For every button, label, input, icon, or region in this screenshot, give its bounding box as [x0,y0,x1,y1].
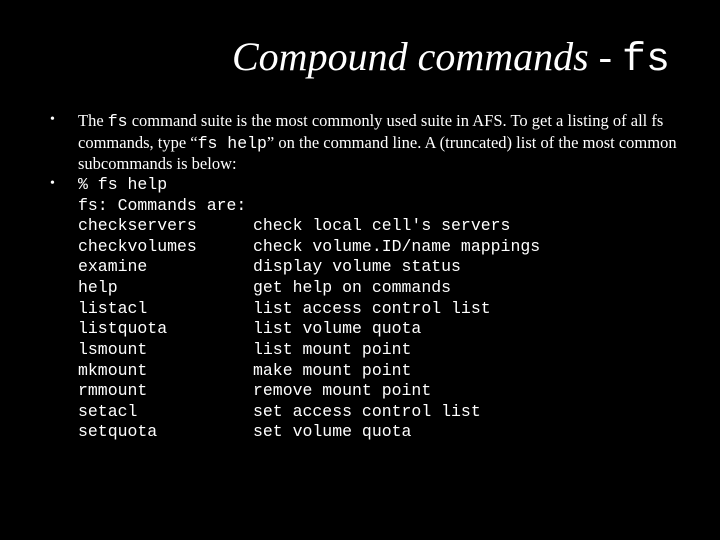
command-row: setaclset access control list [78,402,540,423]
intro-part1: The [78,111,108,130]
command-name: listquota [78,319,253,340]
command-desc: make mount point [253,361,540,382]
command-name: setquota [78,422,253,443]
intro-mono2: fs help [198,134,267,153]
command-desc: set volume quota [253,422,540,443]
command-row: checkserverscheck local cell's servers [78,216,540,237]
intro-mono1: fs [108,112,128,131]
bullet-code: % fs help fs: Commands are: checkservers… [40,175,680,443]
title-mono: fs [622,38,670,83]
command-row: helpget help on commands [78,278,540,299]
command-row: listacllist access control list [78,299,540,320]
command-name: checkvolumes [78,237,253,258]
bullet-intro: The fs command suite is the most commonl… [40,111,680,175]
command-name: examine [78,257,253,278]
command-row: listquotalist volume quota [78,319,540,340]
intro-text: The fs command suite is the most commonl… [78,111,677,173]
command-row: lsmountlist mount point [78,340,540,361]
command-name: help [78,278,253,299]
command-name: setacl [78,402,253,423]
command-name: mkmount [78,361,253,382]
slide: Compound commands - fs The fs command su… [0,0,720,540]
slide-body: The fs command suite is the most commonl… [40,111,680,443]
command-row: checkvolumescheck volume.ID/name mapping… [78,237,540,258]
command-desc: display volume status [253,257,540,278]
command-desc: list mount point [253,340,540,361]
code-line-2: fs: Commands are: [78,196,680,217]
command-desc: list volume quota [253,319,540,340]
command-row: rmmountremove mount point [78,381,540,402]
code-line-1: % fs help [78,175,680,196]
command-desc: remove mount point [253,381,540,402]
command-desc: check volume.ID/name mappings [253,237,540,258]
title-prefix: Compound commands - [232,34,622,79]
command-desc: get help on commands [253,278,540,299]
command-desc: set access control list [253,402,540,423]
command-row: mkmountmake mount point [78,361,540,382]
command-desc: check local cell's servers [253,216,540,237]
command-desc: list access control list [253,299,540,320]
command-table: checkserverscheck local cell's serversch… [78,216,540,443]
command-row: examinedisplay volume status [78,257,540,278]
command-name: rmmount [78,381,253,402]
command-name: lsmount [78,340,253,361]
command-name: checkservers [78,216,253,237]
slide-title: Compound commands - fs [40,35,680,83]
command-row: setquotaset volume quota [78,422,540,443]
command-name: listacl [78,299,253,320]
bullet-list: The fs command suite is the most commonl… [40,111,680,443]
